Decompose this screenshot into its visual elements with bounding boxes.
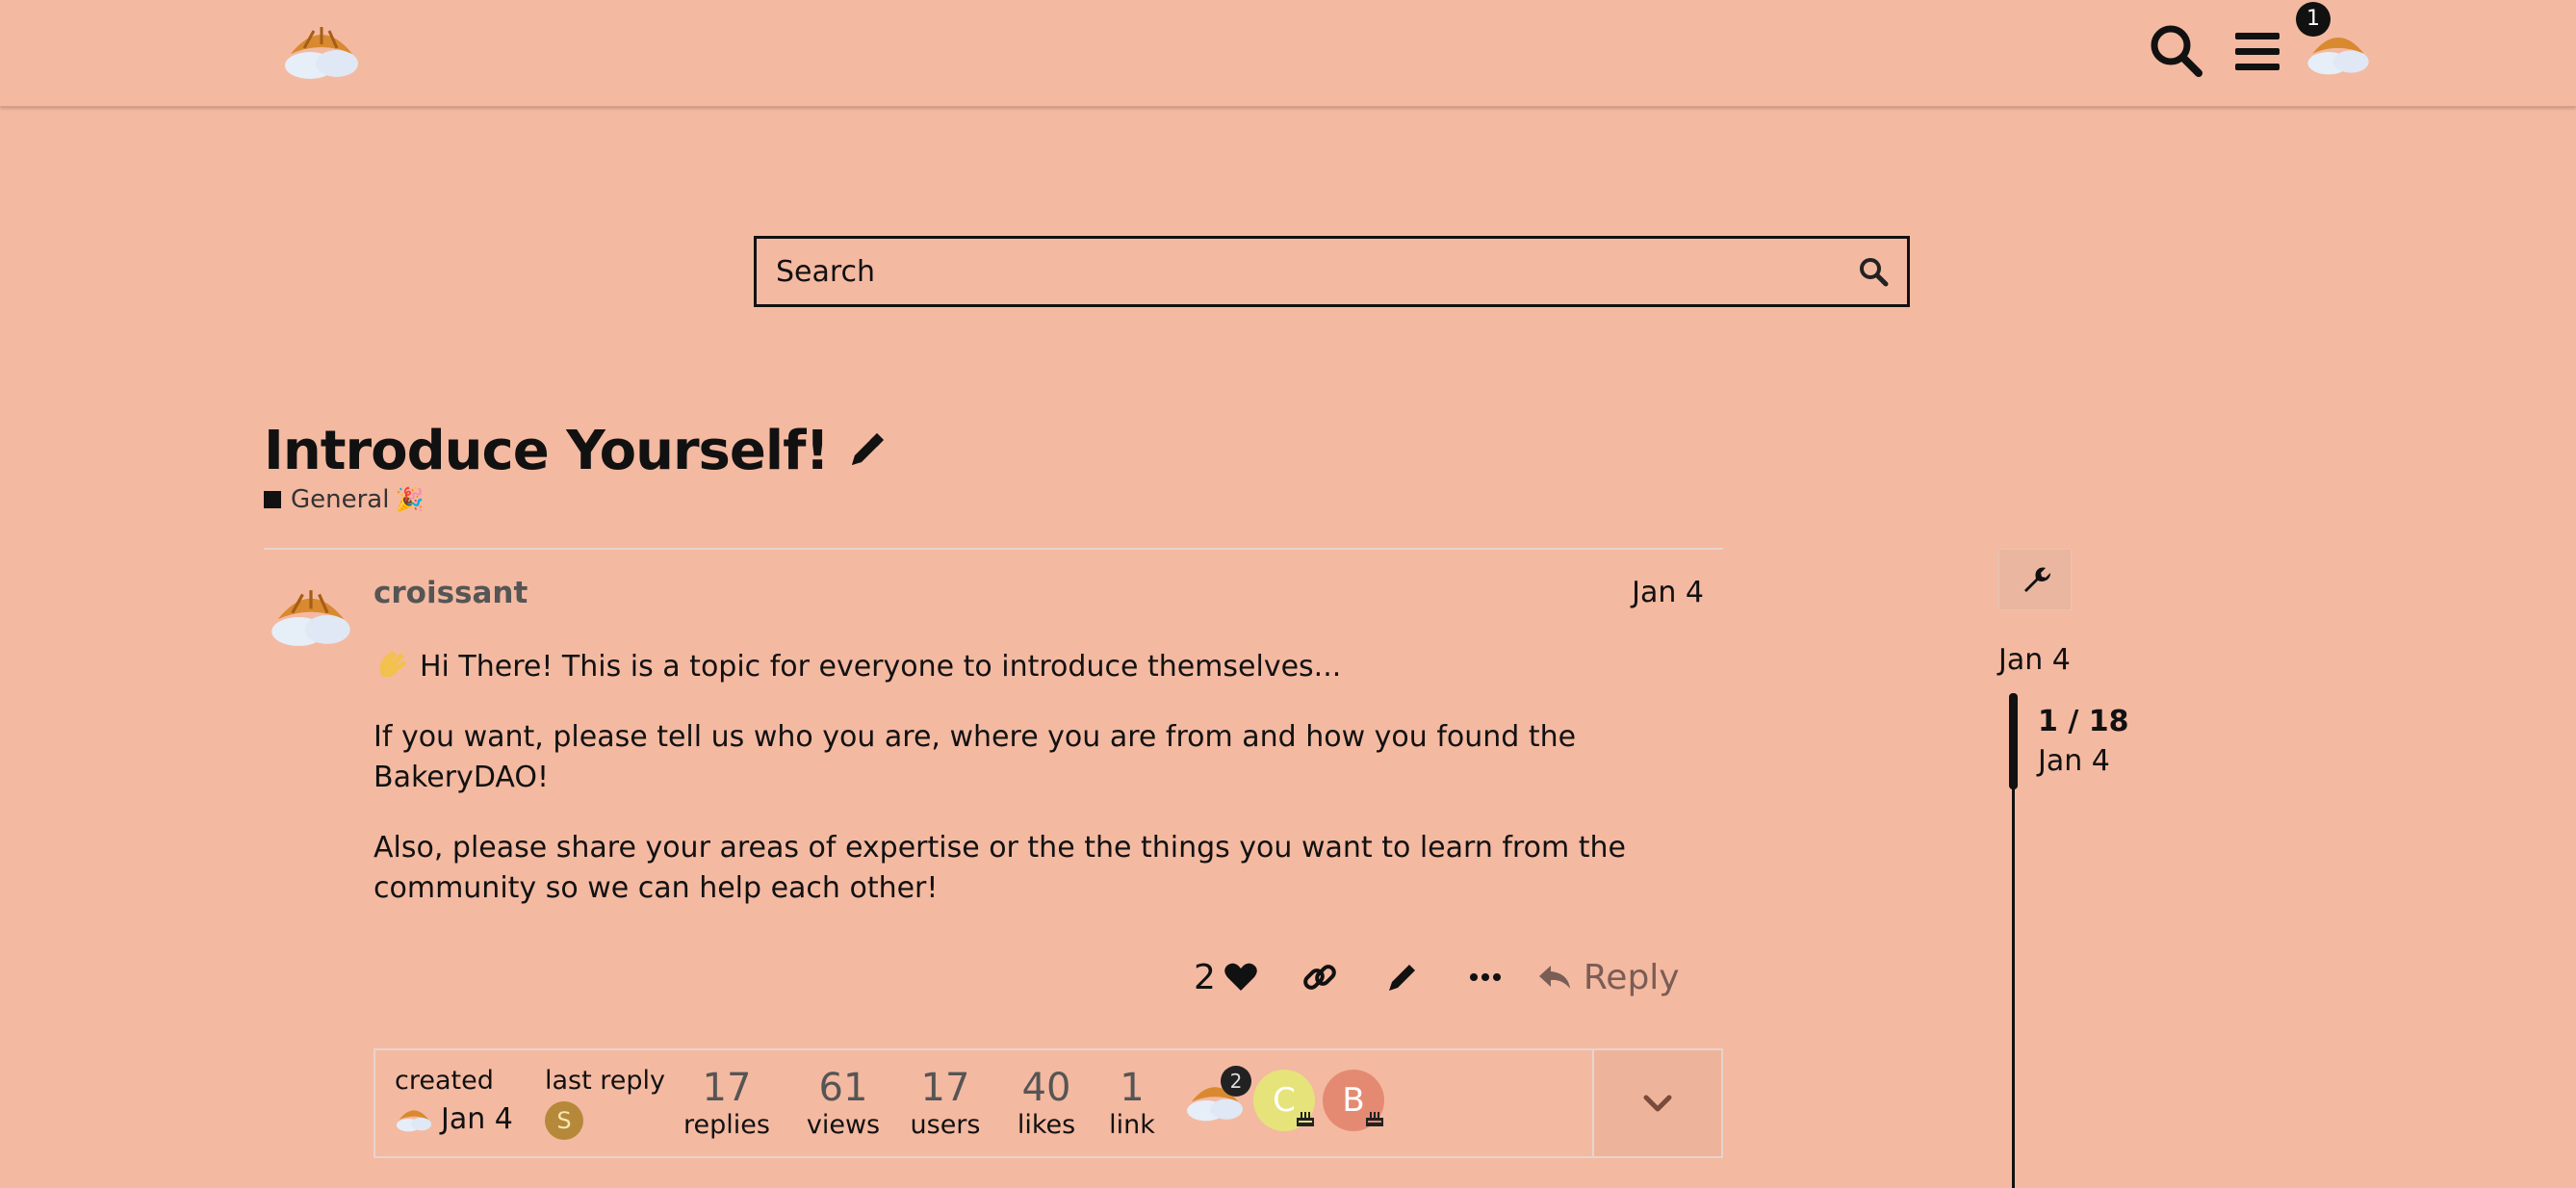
timeline-position-date: Jan 4: [2038, 744, 2110, 778]
header-search-icon[interactable]: [2143, 17, 2210, 85]
post-paragraph: Also, please share your areas of experti…: [374, 831, 1626, 905]
topic-title-row: Introduce Yourself!: [264, 420, 889, 482]
like-button[interactable]: 2: [1194, 958, 1260, 997]
post-paragraph: If you want, please tell us who you are,…: [374, 720, 1577, 794]
users-stat: 17 users: [910, 1066, 981, 1140]
timeline-start-date[interactable]: Jan 4: [1998, 643, 2071, 677]
edit-post-button[interactable]: [1383, 958, 1422, 996]
more-actions-button[interactable]: [1466, 958, 1505, 996]
link-icon: [1303, 965, 1336, 990]
likes-stat: 40 likes: [1017, 1066, 1076, 1140]
waving-hand-icon: [379, 651, 406, 678]
views-stat: 61 views: [806, 1066, 881, 1140]
reply-arrow-icon: [1538, 966, 1570, 989]
edit-title-pencil-icon[interactable]: [842, 428, 889, 475]
category-badge[interactable]: General 🎉: [264, 485, 424, 514]
search-submit-icon[interactable]: [1840, 239, 1907, 304]
created-date: Jan 4: [441, 1101, 513, 1136]
timeline-position: 1 / 18: [2038, 705, 2129, 738]
chevron-down-icon: [1643, 1095, 1672, 1112]
category-name: General: [291, 485, 390, 514]
last-reply-label: last reply: [545, 1066, 666, 1096]
creator-avatar: [396, 1110, 432, 1132]
divider: [264, 548, 1723, 550]
last-reply-avatar: S: [545, 1101, 583, 1140]
post-author-avatar[interactable]: [268, 579, 354, 656]
replies-stat: 17 replies: [683, 1066, 770, 1140]
heart-icon: [1224, 963, 1257, 991]
last-reply-stat[interactable]: last reply S: [545, 1066, 665, 1140]
reply-label: Reply: [1583, 957, 1680, 997]
topic-title[interactable]: Introduce Yourself!: [264, 420, 830, 482]
participant-avatar[interactable]: B: [1323, 1070, 1384, 1131]
search-box: [754, 236, 1910, 307]
notification-badge[interactable]: 1: [2296, 2, 2331, 37]
copy-link-button[interactable]: [1301, 958, 1339, 996]
participants: 2 C B: [1184, 1066, 1392, 1131]
post-paragraph: Hi There! This is a topic for everyone t…: [374, 647, 1712, 687]
reply-button[interactable]: Reply: [1535, 958, 1680, 997]
wrench-icon: [2024, 567, 2050, 592]
hamburger-menu-icon[interactable]: [2224, 17, 2291, 85]
expand-topic-map-button[interactable]: [1592, 1050, 1721, 1156]
party-emoji-icon: 🎉: [395, 486, 425, 513]
cake-icon: [1366, 1112, 1383, 1126]
ellipsis-icon: [1469, 973, 1501, 981]
site-logo[interactable]: [281, 19, 362, 85]
site-header: 1: [0, 0, 2576, 107]
like-count: 2: [1194, 957, 1216, 997]
post-actions: 2 Reply: [1194, 948, 1680, 1006]
pencil-icon: [1388, 965, 1415, 991]
post-date[interactable]: Jan 4: [1598, 576, 1704, 609]
timeline-handle[interactable]: [2009, 693, 2018, 789]
post-username[interactable]: croissant: [374, 576, 528, 610]
topic-map: created Jan 4 last reply S 17 replies 61 v…: [374, 1048, 1723, 1158]
created-label: created: [395, 1066, 494, 1096]
participant-avatar[interactable]: 2: [1184, 1066, 1251, 1131]
topic-admin-wrench-button[interactable]: [1998, 549, 2072, 610]
post-body: Hi There! This is a topic for everyone t…: [374, 647, 1712, 939]
created-stat[interactable]: created Jan 4: [395, 1066, 513, 1136]
cake-icon: [1297, 1112, 1314, 1126]
participant-avatar[interactable]: C: [1253, 1070, 1315, 1131]
search-input[interactable]: [757, 239, 1840, 304]
links-stat: 1 link: [1109, 1066, 1155, 1140]
post-count-badge: 2: [1221, 1066, 1251, 1097]
category-color-square: [264, 491, 281, 508]
